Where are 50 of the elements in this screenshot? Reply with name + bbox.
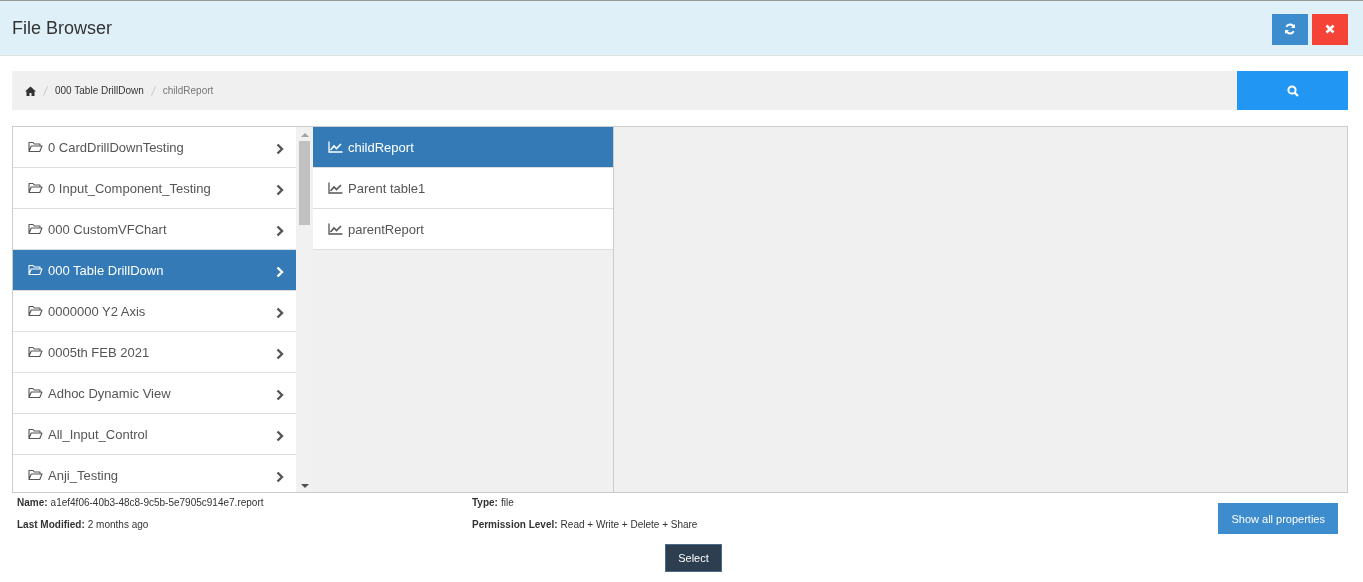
folder-icon xyxy=(28,182,43,194)
refresh-icon xyxy=(1284,23,1296,35)
window-title: File Browser xyxy=(12,17,113,39)
select-button[interactable]: Select xyxy=(665,544,722,572)
detail-label: Permission Level: xyxy=(472,519,558,530)
chevron-right-icon xyxy=(276,225,284,237)
search-icon xyxy=(1286,84,1299,97)
folder-icon xyxy=(28,223,43,235)
scrollbar-thumb[interactable] xyxy=(299,141,310,225)
detail-label: Type: xyxy=(472,497,498,508)
chevron-right-icon xyxy=(276,184,284,196)
folder-icon xyxy=(28,387,43,399)
folder-item[interactable]: 000 Table DrillDown xyxy=(13,250,296,291)
home-icon[interactable] xyxy=(25,85,36,96)
breadcrumb-separator-icon xyxy=(43,85,48,96)
show-all-properties-button[interactable]: Show all properties xyxy=(1218,503,1338,534)
chevron-right-icon xyxy=(276,471,284,483)
folder-icon xyxy=(28,141,43,153)
close-button[interactable] xyxy=(1312,13,1348,45)
chevron-right-icon xyxy=(276,389,284,401)
line-chart-icon xyxy=(328,141,343,153)
folder-icon xyxy=(28,264,43,276)
folder-icon xyxy=(28,469,43,481)
detail-value: file xyxy=(500,497,514,508)
detail-value: a1ef4f06-40b3-48c8-9c5b-5e7905c914e7.report xyxy=(50,497,264,508)
breadcrumb-link[interactable]: childReport xyxy=(162,85,214,96)
folder-icon xyxy=(28,305,43,317)
detail-value: Read + Write + Delete + Share xyxy=(560,519,698,530)
folder-icon xyxy=(28,428,43,440)
detail-value: 2 months ago xyxy=(87,519,149,530)
close-icon xyxy=(1325,24,1335,34)
report-item[interactable]: Parent table1 xyxy=(313,168,613,209)
chevron-right-icon xyxy=(276,143,284,155)
scroll-up-icon xyxy=(300,133,309,137)
report-item[interactable]: childReport xyxy=(313,127,613,168)
chevron-right-icon xyxy=(276,430,284,442)
line-chart-icon xyxy=(328,223,343,235)
report-item[interactable]: parentReport xyxy=(313,209,613,250)
chevron-right-icon xyxy=(276,266,284,278)
folder-icon xyxy=(28,346,43,358)
scrollbar[interactable] xyxy=(296,127,313,492)
breadcrumb-separator-icon xyxy=(150,85,156,96)
detail-label: Last Modified: xyxy=(17,519,85,530)
chevron-right-icon xyxy=(276,348,284,360)
scroll-down-icon xyxy=(300,484,309,488)
breadcrumb-link[interactable]: 000 Table DrillDown xyxy=(55,85,144,96)
detail-label: Name: xyxy=(17,497,48,508)
chevron-right-icon xyxy=(276,307,284,319)
refresh-button[interactable] xyxy=(1272,13,1308,45)
line-chart-icon xyxy=(328,182,343,194)
